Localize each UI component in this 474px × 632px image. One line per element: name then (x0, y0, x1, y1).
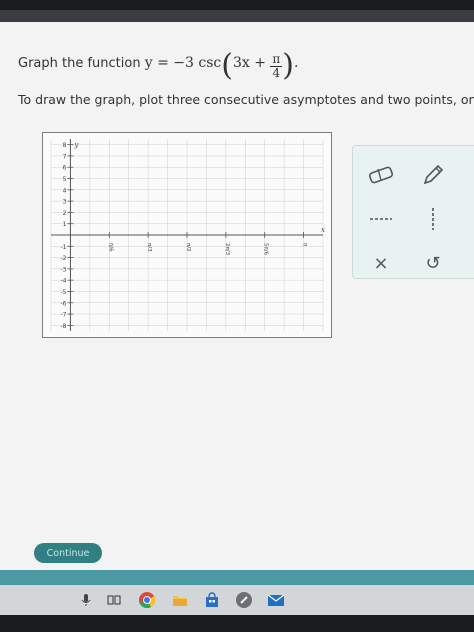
instruction-text: To draw the graph, plot three consecutiv… (18, 92, 474, 107)
chrome-icon[interactable] (137, 590, 157, 610)
y-axis-label: y (73, 141, 79, 149)
store-icon[interactable] (202, 590, 222, 610)
y-tick-label: -2 (60, 255, 66, 262)
y-tick-label: -6 (60, 300, 66, 307)
dashed-line-icon[interactable] (361, 204, 401, 234)
help-icon[interactable]: ? (461, 248, 474, 278)
eraser-icon[interactable] (361, 160, 401, 190)
y-tick-label: 3 (63, 199, 67, 206)
y-tick-label: -7 (60, 312, 66, 319)
app-icon[interactable] (234, 590, 254, 610)
footer-bar (0, 570, 474, 585)
graph-canvas[interactable]: x y 8 7 6 5 4 3 2 1 -1 -2 -3 -4 -5 -6 -7 -8 π/6 π/3 π/2 2π/3 5… (42, 132, 332, 338)
y-tick-label: 7 (63, 153, 67, 160)
x-tick-label: π/2 (185, 243, 191, 252)
y-tick-label: -1 (60, 244, 66, 251)
mail-icon[interactable] (266, 590, 286, 610)
coordinate-plane[interactable]: x y8 7 6 5 4 3 2 1 -1 -2 -3 -4 -5 -6 -7 -8 π/6 π/3 π/2 2π/3 5… (43, 133, 331, 337)
y-tick-label: -5 (60, 289, 66, 296)
y-tick-label: 1 (63, 221, 67, 228)
y-tick-label: 5 (63, 176, 67, 183)
microphone-icon[interactable] (76, 590, 96, 610)
browser-viewport: Graph the function y = −3 csc(3x + π 4 )… (0, 10, 474, 585)
y-tick-label: -3 (60, 266, 66, 273)
continue-button[interactable]: Continue (34, 543, 102, 563)
undo-icon[interactable]: ↺ (413, 248, 453, 278)
x-axis-label: x (321, 226, 325, 234)
windows-taskbar (0, 585, 474, 615)
graph-toolbar: × ↺ ? (352, 145, 474, 279)
task-view-icon[interactable] (104, 590, 124, 610)
pi-over-four-fraction: π 4 (270, 52, 283, 80)
pencil-icon[interactable] (413, 160, 453, 190)
close-icon[interactable]: × (361, 248, 401, 278)
question-prompt: Graph the function y = −3 csc(3x + π 4 )… (18, 48, 298, 83)
partial-tool-icon[interactable] (461, 160, 474, 190)
y-tick-label: 4 (63, 187, 67, 194)
x-tick-label: 2π/3 (224, 243, 230, 256)
box-tool-icon[interactable] (461, 204, 474, 234)
y-tick-label: 8 (63, 142, 67, 149)
monitor-bezel (0, 615, 474, 632)
vertical-asymptote-icon[interactable] (413, 204, 453, 234)
question-prefix: Graph the function (18, 56, 141, 71)
x-tick-label: π/6 (107, 243, 113, 252)
y-tick-label: 2 (63, 210, 67, 217)
x-tick-label: π/3 (146, 243, 152, 252)
x-tick-label: 5π/6 (263, 243, 269, 256)
y-tick-label: -4 (60, 278, 66, 285)
file-explorer-icon[interactable] (170, 590, 190, 610)
y-tick-label: -8 (60, 323, 66, 330)
function-equation: y = −3 csc(3x + π 4 ). (144, 48, 299, 83)
window-top-edge (0, 10, 474, 22)
y-tick-label: 6 (63, 165, 67, 172)
